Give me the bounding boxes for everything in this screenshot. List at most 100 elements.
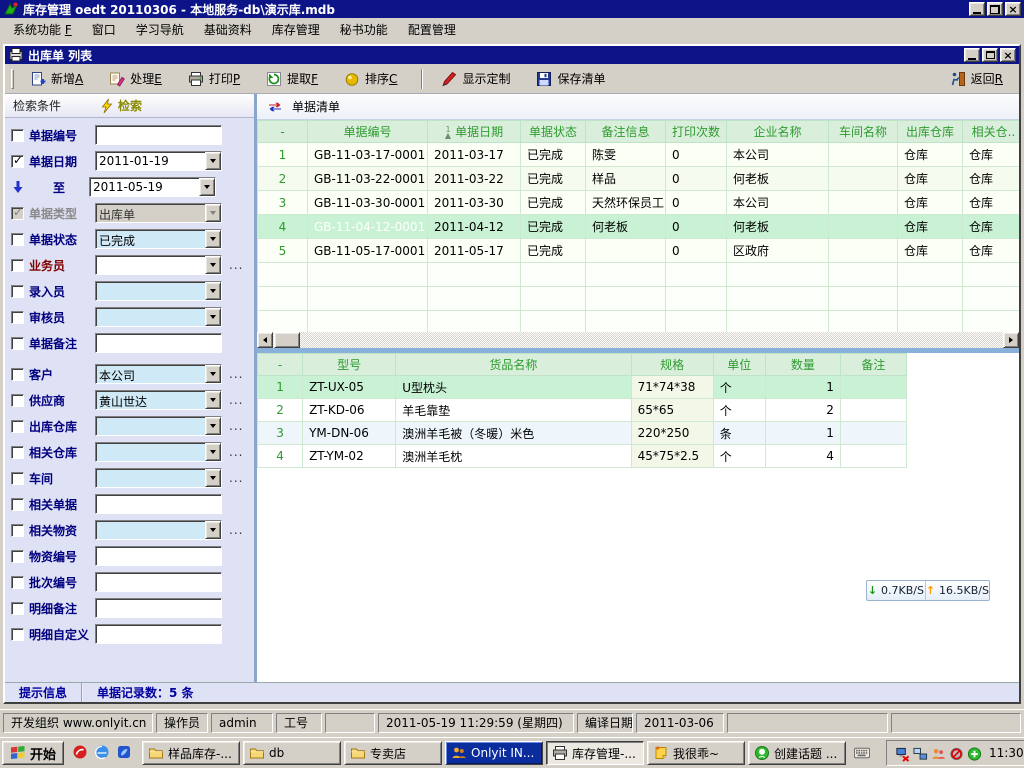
cell[interactable]: 仓库 <box>898 143 963 167</box>
dropdown-单据类型[interactable]: 出库单 <box>95 203 222 223</box>
chevron-down-icon[interactable] <box>205 521 221 539</box>
cell[interactable]: 已完成 <box>521 215 586 239</box>
menu-item-4[interactable]: 基础资料 <box>194 18 262 41</box>
dropdown-供应商[interactable]: 黄山世达 <box>95 390 222 410</box>
column-header-出库仓库[interactable]: 出库仓库 <box>898 121 963 143</box>
quicklaunch-red-icon[interactable] <box>72 744 90 762</box>
cell[interactable]: 陈雯 <box>586 143 666 167</box>
cell[interactable]: 4 <box>765 445 840 468</box>
cell[interactable]: 5 <box>258 239 308 263</box>
cell[interactable]: 4 <box>258 215 308 239</box>
table-row[interactable]: 2ZT-KD-06羊毛靠垫65*65个2 <box>258 399 907 422</box>
dropdown-出库仓库[interactable] <box>95 416 222 436</box>
chevron-down-icon[interactable] <box>205 152 221 170</box>
cell[interactable]: 仓库 <box>898 167 963 191</box>
cell[interactable]: 2011-04-12 <box>428 215 521 239</box>
table-row[interactable]: 1ZT-UX-05U型枕头71*74*38个1 <box>258 376 907 399</box>
start-button[interactable]: 开始 <box>2 741 64 765</box>
cell[interactable] <box>840 376 906 399</box>
cell[interactable]: 4 <box>258 445 303 468</box>
toolbar-button-extract[interactable]: 提取F <box>260 67 324 90</box>
checkbox-单据备注[interactable] <box>11 337 24 350</box>
column-header-index[interactable]: - <box>258 121 308 143</box>
cell[interactable]: 天然环保员工 <box>586 191 666 215</box>
checkbox-出库仓库[interactable] <box>11 420 24 433</box>
minimize-icon[interactable] <box>969 2 985 16</box>
keyboard-indicator[interactable] <box>849 745 881 761</box>
cell[interactable]: 何老板 <box>586 215 666 239</box>
dropdown-单据状态[interactable]: 已完成 <box>95 229 222 249</box>
chevron-down-icon[interactable] <box>199 178 215 196</box>
checkbox-相关仓库[interactable] <box>11 446 24 459</box>
network-error-icon[interactable] <box>895 746 910 761</box>
table-row[interactable]: 4ZT-YM-02澳洲羊毛枕45*75*2.5个4 <box>258 445 907 468</box>
toolbar-button-new[interactable]: 新增A <box>24 67 89 90</box>
cell[interactable]: 0 <box>666 143 727 167</box>
column-header-车间名称[interactable]: 车间名称 <box>829 121 898 143</box>
table-row[interactable]: 3YM-DN-06澳洲羊毛被（冬暖）米色220*250条1 <box>258 422 907 445</box>
menu-item-5[interactable]: 库存管理 <box>262 18 330 41</box>
toolbar-button-return[interactable]: 返回R <box>944 67 1009 90</box>
child-maximize-icon[interactable] <box>982 48 998 62</box>
dropdown-业务员[interactable] <box>95 255 222 275</box>
column-header-备注[interactable]: 备注 <box>840 354 906 376</box>
cell[interactable]: YM-DN-06 <box>303 422 396 445</box>
chevron-down-icon[interactable] <box>205 391 221 409</box>
search-button[interactable]: 检索 <box>99 97 142 114</box>
checkbox-审核员[interactable] <box>11 311 24 324</box>
toolbar-button-print[interactable]: 打印P <box>182 67 246 90</box>
checkbox-单据日期[interactable] <box>11 155 24 168</box>
chevron-down-icon[interactable] <box>205 256 221 274</box>
checkbox-单据状态[interactable] <box>11 233 24 246</box>
column-header-index[interactable]: - <box>258 354 303 376</box>
cell[interactable]: GB-11-04-12-0001 <box>308 215 428 239</box>
input-相关单据[interactable] <box>95 494 222 514</box>
cell[interactable]: GB-11-03-22-0001 <box>308 167 428 191</box>
cell[interactable]: 3 <box>258 422 303 445</box>
cell[interactable]: ZT-YM-02 <box>303 445 396 468</box>
checkbox-录入员[interactable] <box>11 285 24 298</box>
toolbar-button-save[interactable]: 保存清单 <box>530 67 611 90</box>
column-header-单据状态[interactable]: 单据状态 <box>521 121 586 143</box>
cell[interactable]: 2011-03-22 <box>428 167 521 191</box>
quicklaunch-blue-icon[interactable] <box>116 744 134 762</box>
cell[interactable]: 1 <box>765 422 840 445</box>
taskbar-task-6[interactable]: 我很乖~ <box>647 741 745 765</box>
chevron-down-icon[interactable] <box>205 365 221 383</box>
cell[interactable]: 仓库 <box>898 239 963 263</box>
cell[interactable]: 71*74*38 <box>631 376 713 399</box>
column-header-打印次数[interactable]: 打印次数 <box>666 121 727 143</box>
cell[interactable]: 仓库 <box>963 143 1020 167</box>
cell[interactable]: 羊毛靠垫 <box>396 399 631 422</box>
cell[interactable]: GB-11-03-30-0001 <box>308 191 428 215</box>
cell[interactable]: 0 <box>666 167 727 191</box>
child-close-icon[interactable]: × <box>1000 48 1016 62</box>
cell[interactable]: 仓库 <box>898 191 963 215</box>
cell[interactable]: 已完成 <box>521 191 586 215</box>
checkbox-物资编号[interactable] <box>11 550 24 563</box>
more-options-button[interactable]: ... <box>229 471 243 485</box>
taskbar-task-1[interactable]: 样品库存-... <box>142 741 240 765</box>
column-header-备注信息[interactable]: 备注信息 <box>586 121 666 143</box>
checkbox-业务员[interactable] <box>11 259 24 272</box>
checkbox-批次编号[interactable] <box>11 576 24 589</box>
restore-icon[interactable] <box>987 2 1003 16</box>
checkbox-明细自定义[interactable] <box>11 628 24 641</box>
cell[interactable]: 个 <box>713 445 765 468</box>
cell[interactable]: 2 <box>258 167 308 191</box>
menu-item-7[interactable]: 配置管理 <box>398 18 466 41</box>
column-header-相关仓..[interactable]: 相关仓.. <box>963 121 1020 143</box>
cell[interactable]: 区政府 <box>727 239 829 263</box>
dropdown-相关仓库[interactable] <box>95 442 222 462</box>
child-minimize-icon[interactable] <box>964 48 980 62</box>
quicklaunch-ie-icon[interactable] <box>94 744 112 762</box>
network-icon[interactable] <box>913 746 928 761</box>
cell[interactable]: 1 <box>258 143 308 167</box>
checkbox-相关单据[interactable] <box>11 498 24 511</box>
cell[interactable]: 仓库 <box>963 215 1020 239</box>
cell[interactable]: ZT-KD-06 <box>303 399 396 422</box>
chevron-down-icon[interactable] <box>205 282 221 300</box>
input-单据编号[interactable] <box>95 125 222 145</box>
cell[interactable] <box>840 445 906 468</box>
checkbox-供应商[interactable] <box>11 394 24 407</box>
